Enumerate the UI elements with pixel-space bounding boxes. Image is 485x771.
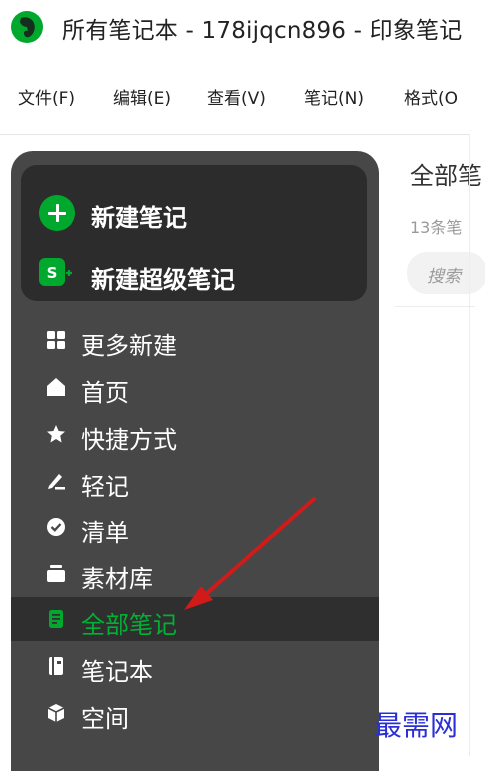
divider: [395, 306, 475, 307]
divider: [0, 134, 470, 135]
evernote-app-icon: [11, 11, 43, 43]
sidebar: 新建笔记 S 新建超级笔记 更多新建 首页 快捷方式 轻记 清单 素材库 全部笔…: [11, 151, 379, 771]
sidebar-item-checklist[interactable]: 清单: [11, 505, 379, 549]
sidebar-item-all-notes[interactable]: 全部笔记: [11, 597, 379, 641]
sidebar-item-more-new[interactable]: 更多新建: [11, 318, 379, 362]
home-icon: [47, 378, 65, 396]
star-icon: [47, 425, 65, 443]
search-input[interactable]: 搜索: [407, 252, 485, 294]
grid-icon: [47, 331, 65, 349]
menu-file[interactable]: 文件(F): [18, 84, 75, 109]
search-placeholder: 搜索: [427, 267, 461, 287]
check-circle-icon: [47, 518, 65, 536]
sidebar-item-home[interactable]: 首页: [11, 365, 379, 409]
sidebar-item-quick-notes[interactable]: 轻记: [11, 459, 379, 503]
sidebar-item-label: 素材库: [81, 565, 153, 593]
sidebar-item-label: 首页: [81, 379, 129, 407]
window-title: 所有笔记本 - 178ijqcn896 - 印象笔记: [62, 18, 463, 44]
sidebar-item-label: 清单: [81, 519, 129, 547]
sidebar-item-label: 空间: [81, 705, 129, 733]
title-bar: 所有笔记本 - 178ijqcn896 - 印象笔记: [0, 0, 485, 54]
new-super-note-button[interactable]: S 新建超级笔记: [21, 247, 367, 303]
new-note-button[interactable]: 新建笔记: [21, 185, 367, 241]
note-count: 13条笔: [410, 218, 463, 237]
super-note-icon: S: [39, 258, 72, 286]
sidebar-item-label: 轻记: [81, 473, 129, 501]
divider: [469, 134, 470, 756]
sidebar-item-materials[interactable]: 素材库: [11, 551, 379, 595]
menu-edit[interactable]: 编辑(E): [113, 84, 171, 109]
menu-view[interactable]: 查看(V): [207, 84, 266, 109]
sidebar-item-label: 更多新建: [81, 332, 177, 360]
notebook-icon: [49, 657, 63, 675]
plus-circle-icon: [39, 195, 75, 231]
sidebar-item-shortcuts[interactable]: 快捷方式: [11, 412, 379, 456]
pen-icon: [48, 474, 65, 490]
menu-bar: 文件(F) 编辑(E) 查看(V) 笔记(N) 格式(O: [0, 72, 485, 116]
sidebar-item-label: 笔记本: [81, 658, 153, 686]
archive-icon: [47, 565, 65, 582]
new-super-note-label: 新建超级笔记: [91, 266, 235, 294]
sidebar-item-notebooks[interactable]: 笔记本: [11, 644, 379, 688]
create-panel: 新建笔记 S 新建超级笔记: [21, 165, 367, 301]
sidebar-item-label: 全部笔记: [81, 611, 177, 639]
note-icon: [49, 610, 63, 628]
page-title: 全部笔: [410, 162, 482, 190]
menu-note[interactable]: 笔记(N): [304, 84, 364, 109]
watermark: 最需网: [374, 709, 459, 742]
sidebar-item-label: 快捷方式: [81, 426, 177, 454]
cube-icon: [47, 704, 65, 722]
sidebar-item-spaces[interactable]: 空间: [11, 691, 379, 735]
menu-format[interactable]: 格式(O: [404, 84, 458, 109]
new-note-label: 新建笔记: [91, 204, 187, 232]
svg-text:S: S: [47, 264, 58, 282]
